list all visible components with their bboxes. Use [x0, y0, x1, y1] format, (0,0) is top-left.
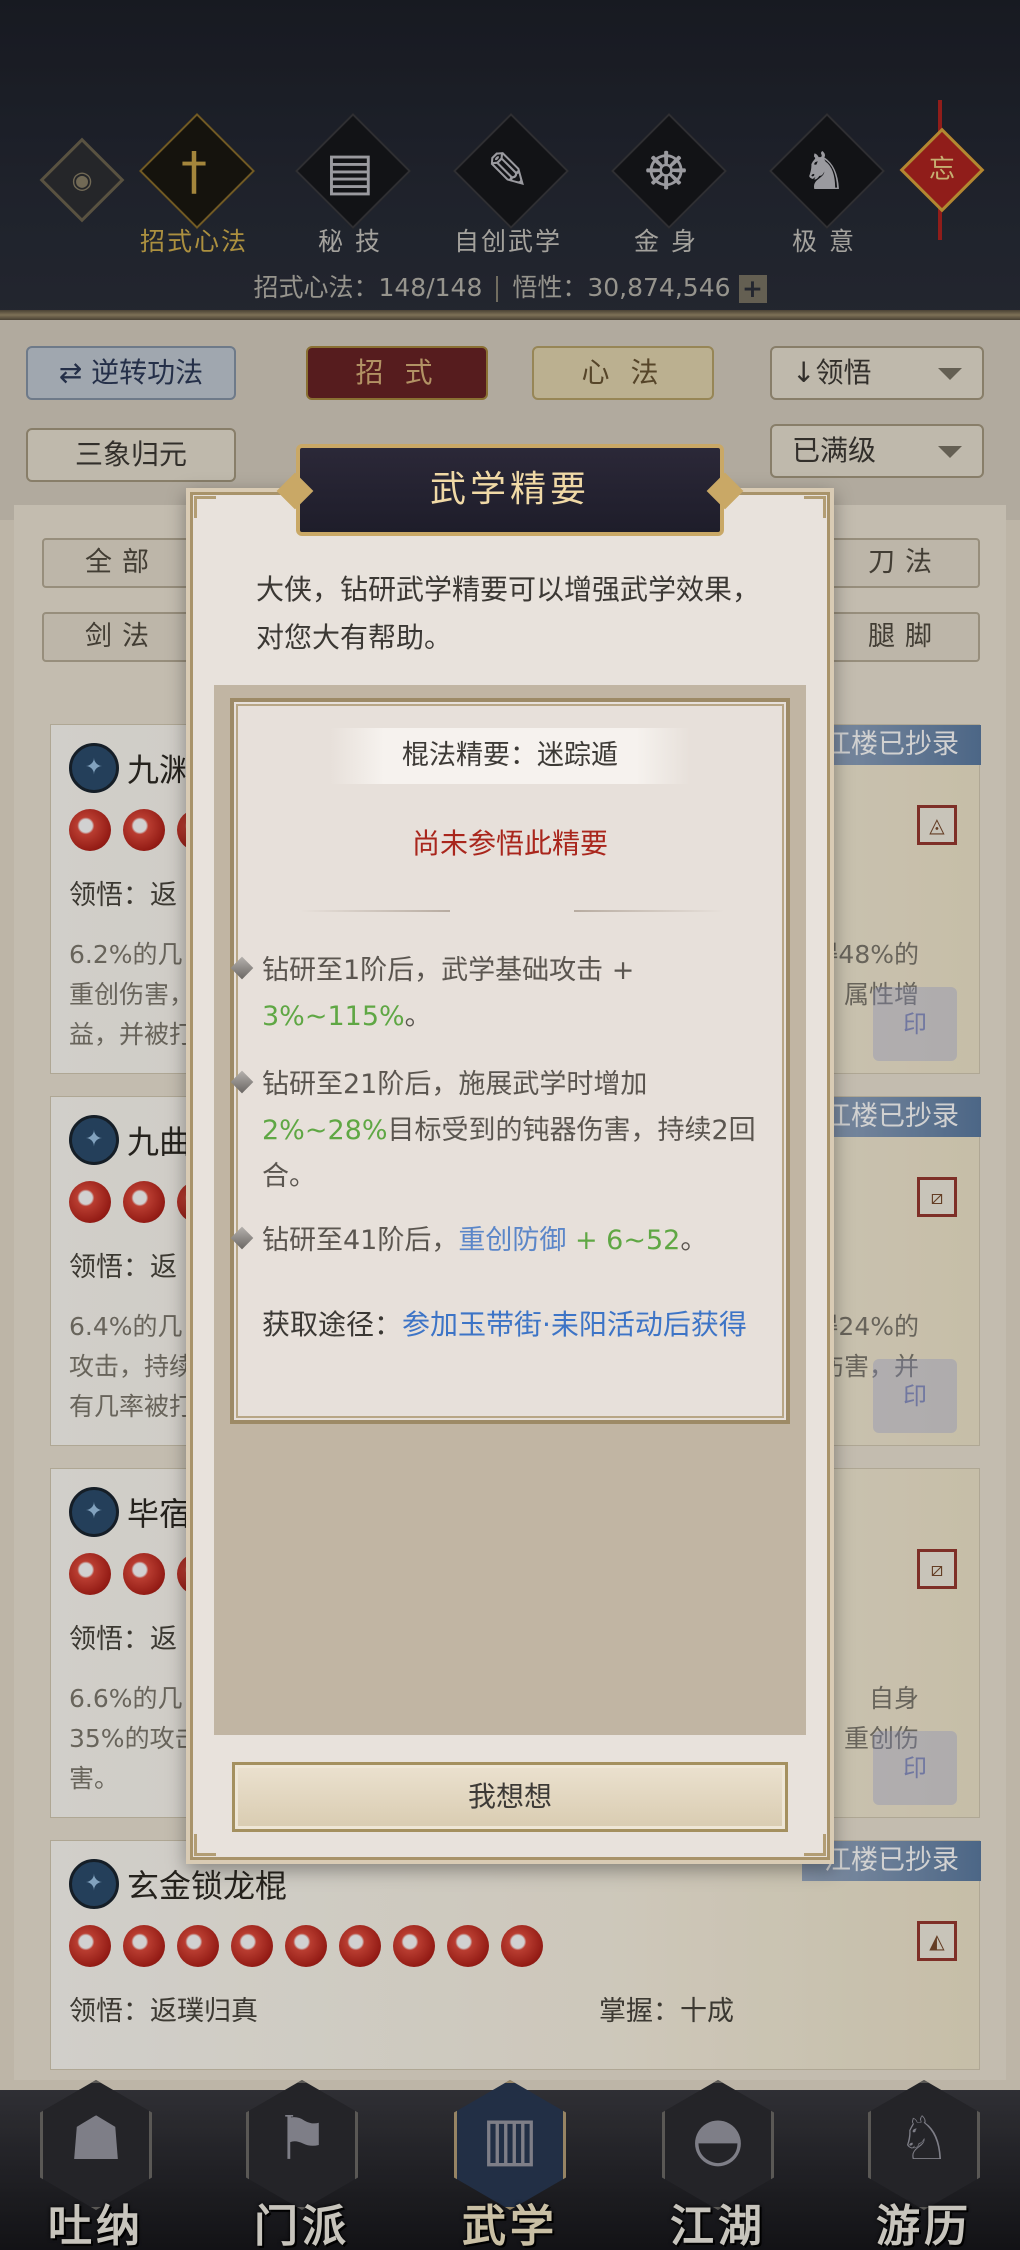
effect-text: 。	[680, 1225, 708, 1256]
effect-value: 6~52	[606, 1225, 681, 1256]
corner-ornament	[804, 496, 826, 518]
divider-left	[300, 910, 450, 912]
effect-text: +	[566, 1225, 607, 1256]
dialog-title: 武学精要	[296, 444, 724, 536]
essence-name-ribbon: 棍法精要：迷踪遁	[330, 728, 690, 784]
essence-status: 尚未参悟此精要	[411, 827, 608, 860]
dialog-intro: 大侠，钻研武学精要可以增强武学效果，对您大有帮助。	[256, 573, 761, 654]
effect-value: 3%~115%	[262, 1001, 405, 1032]
effect-text: 。	[404, 1001, 432, 1032]
acquisition-source: 获取途径：参加玉带街·耒阳活动后获得	[262, 1300, 762, 1350]
corner-ornament	[804, 1834, 826, 1856]
source-label: 获取途径：	[262, 1308, 403, 1341]
effect-text: 钻研至1阶后，武学基础攻击 +	[262, 955, 635, 986]
corner-ornament	[194, 1834, 216, 1856]
source-link[interactable]: 参加玉带街·耒阳活动后获得	[402, 1308, 747, 1341]
think-button[interactable]: 我想想	[232, 1762, 788, 1832]
effect-tier-21: 钻研至21阶后，施展武学时增加2%~28%目标受到的钝器伤害，持续2回合。	[230, 1062, 772, 1200]
effect-text: 钻研至41阶后，	[262, 1225, 459, 1256]
effect-tier-41: 钻研至41阶后，重创防御 + 6~52。	[230, 1218, 772, 1264]
effect-tier-1: 钻研至1阶后，武学基础攻击 + 3%~115%。	[230, 948, 772, 1040]
effect-text: 钻研至21阶后，施展武学时增加	[262, 1069, 648, 1100]
effect-value: 2%~28%	[262, 1115, 388, 1146]
effect-stat: 重创防御	[458, 1225, 567, 1256]
corner-ornament	[194, 496, 216, 518]
divider-right	[574, 910, 724, 912]
